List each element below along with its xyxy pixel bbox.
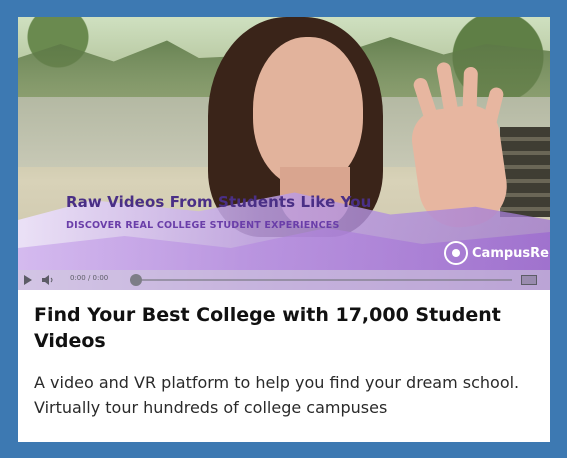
brand-name: CampusRe xyxy=(472,245,549,261)
campusreel-logo-icon xyxy=(444,241,468,265)
person-finger xyxy=(461,66,479,128)
video-subline: DISCOVER REAL COLLEGE STUDENT EXPERIENCE… xyxy=(66,220,340,231)
play-icon[interactable] xyxy=(24,275,32,285)
brand-watermark: CampusRe xyxy=(444,239,549,267)
video-headline: Raw Videos From Students Like You xyxy=(66,193,372,211)
time-display: 0:00 / 0:00 xyxy=(70,274,109,282)
progress-scrubber[interactable] xyxy=(130,274,142,286)
person-face xyxy=(253,37,363,187)
progress-bar[interactable] xyxy=(142,279,512,281)
fullscreen-icon[interactable] xyxy=(521,275,537,285)
ad-card[interactable]: Raw Videos From Students Like You DISCOV… xyxy=(18,17,550,442)
video-controls: 0:00 / 0:00 xyxy=(18,270,550,290)
volume-icon[interactable] xyxy=(42,275,56,285)
video-player[interactable]: Raw Videos From Students Like You DISCOV… xyxy=(18,17,550,290)
ad-frame: Raw Videos From Students Like You DISCOV… xyxy=(0,0,567,458)
ad-description: A video and VR platform to help you find… xyxy=(34,373,520,417)
video-scene-bench xyxy=(500,127,550,217)
ad-title[interactable]: Find Your Best College with 17,000 Stude… xyxy=(34,302,542,354)
